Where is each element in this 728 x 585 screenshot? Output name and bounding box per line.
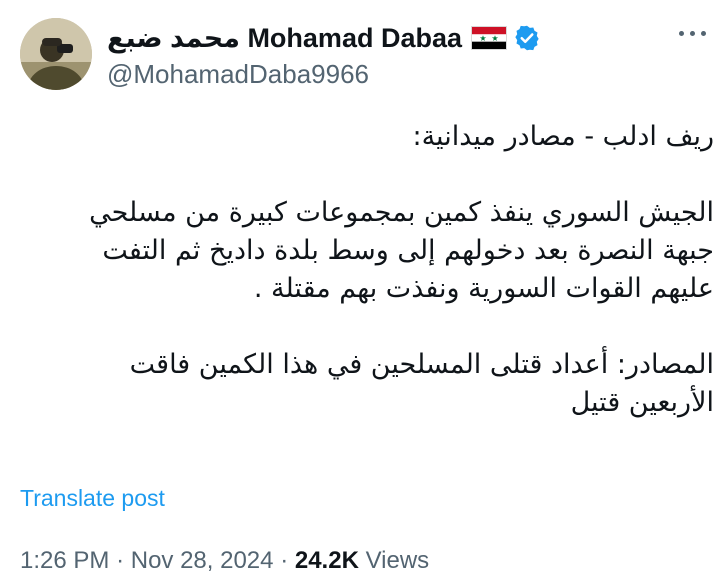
translate-post-link[interactable]: Translate post xyxy=(20,485,165,512)
tweet-header: محمد ضبع Mohamad Dabaa @MohamadDaba9966 xyxy=(107,20,688,90)
tweet-metadata: 1:26 PM · Nov 28, 2024 · 24.2K Views xyxy=(20,547,429,575)
tweet-paragraph: الجيش السوري ينفذ كمين بمجموعات كبيرة من… xyxy=(89,197,714,304)
tweet-paragraph: المصادر: أعداد قتلى المسلحين في هذا الكم… xyxy=(129,349,714,418)
more-dot xyxy=(678,30,684,36)
avatar-image xyxy=(20,18,92,90)
more-dot xyxy=(689,30,695,36)
tweet-card: محمد ضبع Mohamad Dabaa @MohamadDaba9966 xyxy=(0,0,728,585)
meta-separator: · xyxy=(116,547,125,574)
views-label: Views xyxy=(365,547,430,574)
name-row: محمد ضبع Mohamad Dabaa xyxy=(107,20,688,56)
tweet-date[interactable]: Nov 28, 2024 xyxy=(131,547,274,574)
avatar[interactable] xyxy=(20,18,92,90)
tweet-time[interactable]: 1:26 PM xyxy=(20,547,109,574)
user-handle[interactable]: @MohamadDaba9966 xyxy=(107,59,688,90)
views-count[interactable]: 24.2K xyxy=(295,547,359,574)
more-dot xyxy=(700,30,706,36)
display-name[interactable]: محمد ضبع Mohamad Dabaa xyxy=(107,23,462,54)
syria-flag-icon xyxy=(471,26,507,50)
more-options-icon[interactable] xyxy=(674,20,710,46)
meta-separator: · xyxy=(280,547,289,574)
verified-badge-icon xyxy=(513,24,541,52)
tweet-paragraph: ريف ادلب - مصادر ميدانية: xyxy=(412,121,714,152)
tweet-text: ريف ادلب - مصادر ميدانية: الجيش السوري ي… xyxy=(24,118,714,422)
